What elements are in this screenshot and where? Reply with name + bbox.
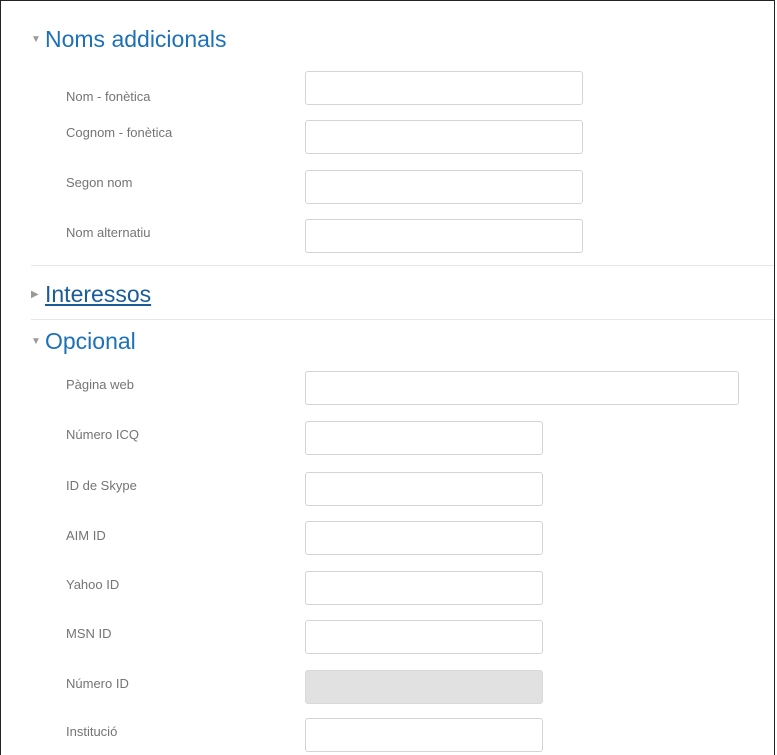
label-numero-icq: Número ICQ: [66, 427, 139, 442]
label-segon-nom: Segon nom: [66, 175, 133, 190]
label-aim-id: AIM ID: [66, 528, 106, 543]
label-pagina-web: Pàgina web: [66, 377, 134, 392]
label-yahoo-id: Yahoo ID: [66, 577, 120, 592]
msn-id-input[interactable]: [305, 620, 543, 654]
aim-id-input[interactable]: [305, 521, 543, 555]
nom-fonetica-input[interactable]: [305, 71, 583, 105]
section-header-interessos[interactable]: ▶ Interessos: [31, 281, 151, 308]
label-nom-alternatiu: Nom alternatiu: [66, 225, 151, 240]
yahoo-id-input[interactable]: [305, 571, 543, 605]
divider: [31, 265, 774, 266]
skype-id-input[interactable]: [305, 472, 543, 506]
label-msn-id: MSN ID: [66, 626, 112, 641]
cognom-fonetica-input[interactable]: [305, 120, 583, 154]
institucio-input[interactable]: [305, 718, 543, 752]
label-id-de-skype: ID de Skype: [66, 478, 137, 493]
segon-nom-input[interactable]: [305, 170, 583, 204]
section-title: Opcional: [45, 328, 136, 354]
section-title-link[interactable]: Interessos: [45, 281, 151, 308]
numero-id-input: [305, 670, 543, 704]
divider: [31, 319, 774, 320]
label-cognom-fonetica: Cognom - fonètica: [66, 125, 173, 140]
label-institucio: Institució: [66, 724, 118, 739]
label-nom-fonetica: Nom - fonètica: [66, 89, 151, 104]
label-numero-id: Número ID: [66, 676, 129, 691]
profile-form: ▼ Noms addicionals Nom - fonètica Cognom…: [0, 0, 775, 755]
caret-down-icon: ▼: [31, 33, 41, 45]
caret-down-icon: ▼: [31, 335, 41, 347]
pagina-web-input[interactable]: [305, 371, 739, 405]
numero-icq-input[interactable]: [305, 421, 543, 455]
section-title: Noms addicionals: [45, 26, 227, 52]
caret-right-icon: ▶: [31, 288, 39, 300]
section-header-opcional[interactable]: ▼ Opcional: [31, 328, 136, 355]
nom-alternatiu-input[interactable]: [305, 219, 583, 253]
section-header-noms-addicionals[interactable]: ▼ Noms addicionals: [31, 26, 227, 53]
